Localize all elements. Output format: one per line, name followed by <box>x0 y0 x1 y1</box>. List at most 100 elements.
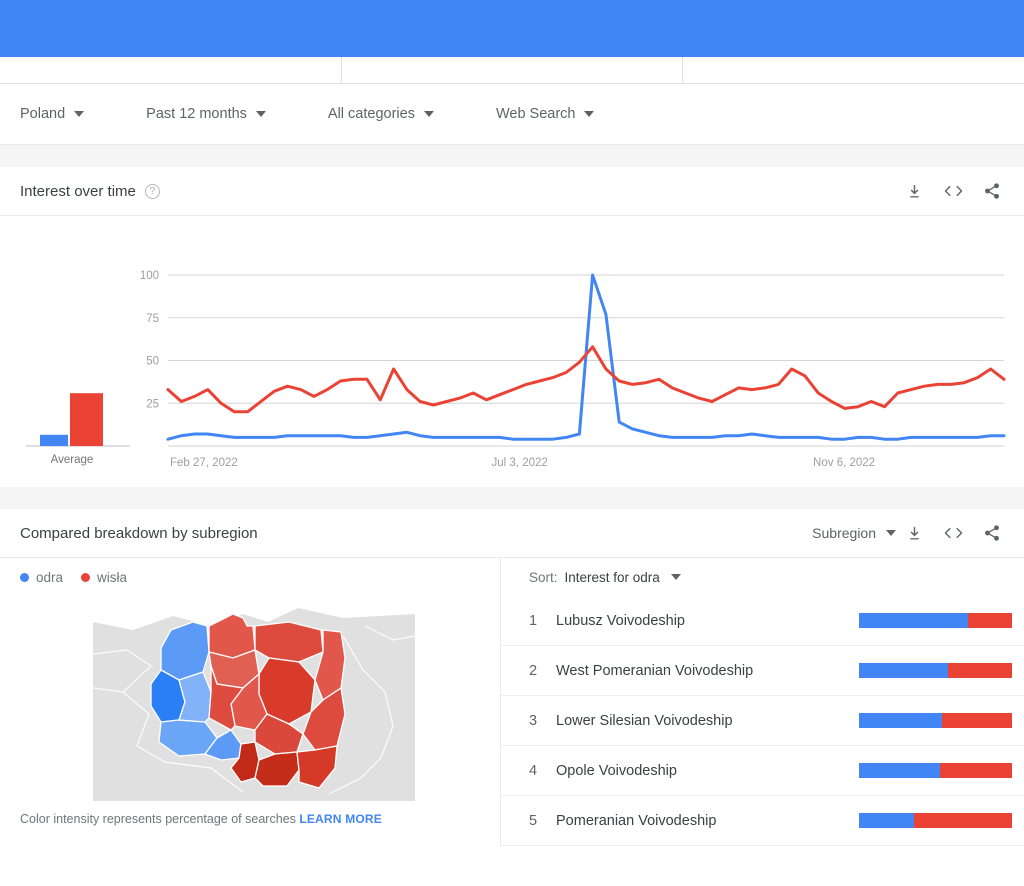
download-icon[interactable] <box>904 181 924 201</box>
region-list-column: Sort: Interest for odra 1Lubusz Voivodes… <box>500 558 1024 846</box>
filter-time-range-label: Past 12 months <box>146 106 247 122</box>
embed-icon[interactable] <box>943 181 963 201</box>
bar-segment-wisla <box>968 613 1012 628</box>
interest-over-time-card: Interest over time ? Average 25 50 75 100 Fe… <box>0 167 1024 487</box>
filter-category[interactable]: All categories <box>328 106 434 122</box>
region-name: Lubusz Voivodeship <box>556 613 859 629</box>
chevron-down-icon <box>256 111 266 117</box>
bar-segment-wisla <box>948 663 1012 678</box>
chevron-down-icon <box>74 111 84 117</box>
y-axis-tick-label: 50 <box>146 356 159 368</box>
average-axis-label: Average <box>51 454 94 466</box>
chevron-down-icon <box>424 111 434 117</box>
embed-icon[interactable] <box>943 523 963 543</box>
section-gap <box>0 145 1024 167</box>
poland-choropleth-map[interactable] <box>93 596 415 801</box>
region-warmian-masurian[interactable] <box>255 622 323 662</box>
chevron-down-icon <box>584 111 594 117</box>
region-greater-poland-west[interactable] <box>179 672 211 722</box>
sort-control: Sort: Interest for odra <box>501 558 1024 596</box>
timeline-line-chart: 25 50 75 100 Feb 27, 2022 Jul 3, 2022 Nov 6, 2… <box>134 261 1014 486</box>
table-row[interactable]: 5Pomeranian Voivodeship <box>501 796 1024 846</box>
compared-breakdown-card: Compared breakdown by subregion Subregio… <box>0 509 1024 846</box>
sort-value[interactable]: Interest for odra <box>565 570 660 585</box>
interest-over-time-header: Interest over time ? <box>0 167 1024 216</box>
legend-item-odra[interactable]: odra <box>20 570 63 585</box>
breakdown-actions <box>904 523 1002 543</box>
region-share-bar <box>859 663 1012 678</box>
table-row[interactable]: 4Opole Voivodeship <box>501 746 1024 796</box>
average-bar-chart: Average <box>8 264 148 484</box>
filter-location[interactable]: Poland <box>20 106 84 122</box>
region-share-bar <box>859 763 1012 778</box>
filter-bar: Poland Past 12 months All categories Web… <box>0 84 1024 145</box>
search-term-cell-1[interactable] <box>0 57 342 83</box>
chart-line-wisla <box>168 347 1004 412</box>
sort-label: Sort: <box>529 570 558 585</box>
subregion-scope-label: Subregion <box>812 525 876 541</box>
app-header-bar <box>0 0 1024 57</box>
filter-search-type-label: Web Search <box>496 106 576 122</box>
share-icon[interactable] <box>982 523 1002 543</box>
region-name: Lower Silesian Voivodeship <box>556 713 859 729</box>
x-axis-tick-label: Jul 3, 2022 <box>492 457 548 469</box>
region-share-bar <box>859 713 1012 728</box>
bar-segment-wisla <box>940 763 1012 778</box>
table-row[interactable]: 1Lubusz Voivodeship <box>501 596 1024 646</box>
filter-location-label: Poland <box>20 106 65 122</box>
map-caption-text: Color intensity represents percentage of… <box>20 812 296 826</box>
map-svg <box>93 596 415 801</box>
chevron-down-icon[interactable] <box>671 574 681 580</box>
legend-label-wisla: wisła <box>97 570 127 585</box>
bar-segment-odra <box>859 763 940 778</box>
breakdown-title: Compared breakdown by subregion <box>20 525 258 542</box>
chart-line-odra <box>168 275 1004 439</box>
chevron-down-icon <box>886 530 896 536</box>
region-share-bar <box>859 613 1012 628</box>
bar-segment-odra <box>859 613 968 628</box>
average-bar-wisla <box>70 393 103 446</box>
subregion-scope-select[interactable]: Subregion <box>812 525 896 541</box>
filter-category-label: All categories <box>328 106 415 122</box>
help-icon[interactable]: ? <box>145 184 160 199</box>
interest-over-time-actions <box>904 181 1002 201</box>
share-icon[interactable] <box>982 181 1002 201</box>
region-rank: 2 <box>529 663 556 679</box>
legend-label-odra: odra <box>36 570 63 585</box>
region-list: 1Lubusz Voivodeship2West Pomeranian Voiv… <box>501 596 1024 846</box>
breakdown-header: Compared breakdown by subregion Subregio… <box>0 509 1024 558</box>
section-gap <box>0 487 1024 509</box>
map-caption: Color intensity represents percentage of… <box>0 801 500 826</box>
region-rank: 3 <box>529 713 556 729</box>
table-row[interactable]: 2West Pomeranian Voivodeship <box>501 646 1024 696</box>
region-share-bar <box>859 813 1012 828</box>
learn-more-link[interactable]: LEARN MORE <box>299 812 382 826</box>
bar-segment-odra <box>859 663 948 678</box>
legend-dot-wisla <box>81 573 90 582</box>
y-axis-tick-label: 25 <box>146 398 159 410</box>
x-axis-tick-label: Nov 6, 2022 <box>813 457 875 469</box>
legend-item-wisla[interactable]: wisła <box>81 570 127 585</box>
region-name: Opole Voivodeship <box>556 763 859 779</box>
interest-over-time-chart: Average 25 50 75 100 Feb 27, 2022 Jul 3, 2022… <box>0 216 1024 487</box>
filter-search-type[interactable]: Web Search <box>496 106 595 122</box>
breakdown-body: odra wisła <box>0 558 1024 846</box>
series-legend: odra wisła <box>0 558 500 596</box>
filter-time-range[interactable]: Past 12 months <box>146 106 266 122</box>
region-rank: 5 <box>529 813 556 829</box>
region-rank: 4 <box>529 763 556 779</box>
search-term-cell-3[interactable] <box>683 57 1024 83</box>
region-rank: 1 <box>529 613 556 629</box>
page-title: Interest over time <box>20 183 136 200</box>
x-axis-tick-label: Feb 27, 2022 <box>170 457 238 469</box>
legend-dot-odra <box>20 573 29 582</box>
region-name: West Pomeranian Voivodeship <box>556 663 859 679</box>
bar-segment-odra <box>859 813 914 828</box>
download-icon[interactable] <box>904 523 924 543</box>
search-term-cell-2[interactable] <box>342 57 684 83</box>
y-axis-tick-label: 75 <box>146 313 159 325</box>
y-axis-tick-label: 100 <box>140 270 159 282</box>
search-terms-row <box>0 57 1024 84</box>
bar-segment-odra <box>859 713 942 728</box>
table-row[interactable]: 3Lower Silesian Voivodeship <box>501 696 1024 746</box>
